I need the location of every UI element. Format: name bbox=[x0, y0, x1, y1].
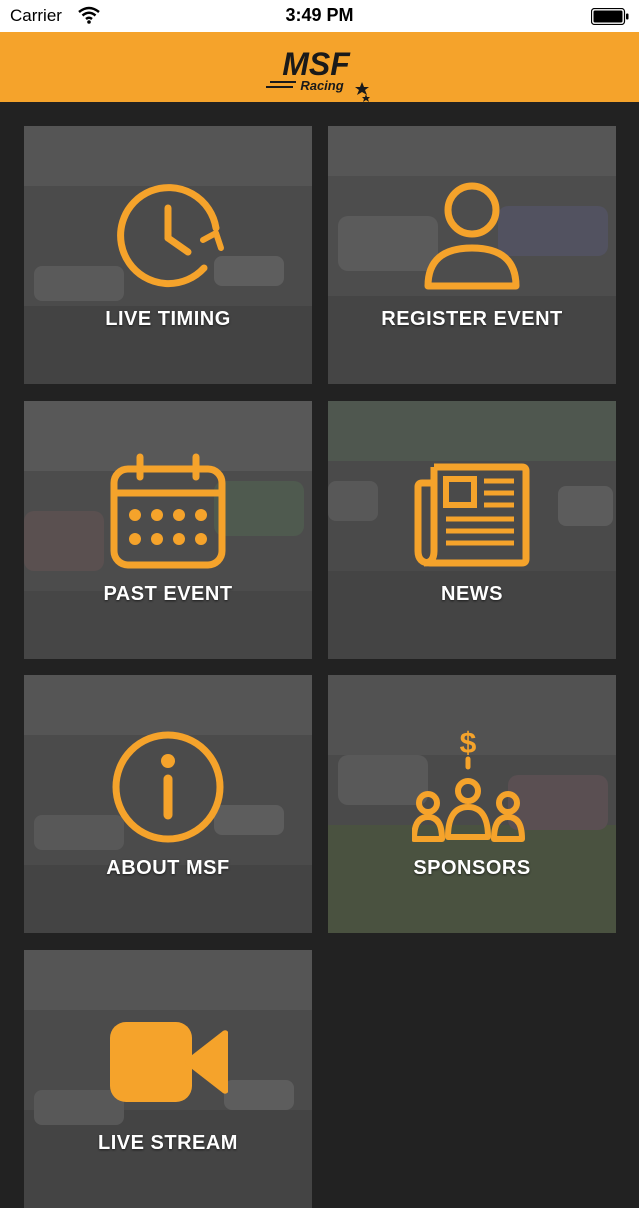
video-camera-icon bbox=[110, 1022, 228, 1102]
sponsors-icon: $ bbox=[412, 727, 525, 842]
tile-label: LIVE STREAM bbox=[98, 1132, 238, 1154]
tile-sponsors[interactable]: $ SPONSORS bbox=[328, 675, 616, 933]
user-icon bbox=[424, 182, 520, 290]
tile-label: NEWS bbox=[441, 583, 503, 605]
app-header: MSF Racing bbox=[0, 32, 639, 102]
battery-icon bbox=[591, 8, 629, 25]
tile-live-timing[interactable]: LIVE TIMING bbox=[24, 126, 312, 384]
tile-register-event[interactable]: REGISTER EVENT bbox=[328, 126, 616, 384]
tile-about-msf[interactable]: ABOUT MSF bbox=[24, 675, 312, 933]
tile-label: REGISTER EVENT bbox=[381, 308, 563, 330]
tile-past-event[interactable]: PAST EVENT bbox=[24, 401, 312, 659]
logo-subtext: Racing bbox=[300, 78, 343, 93]
msf-racing-logo: MSF Racing bbox=[266, 46, 370, 102]
tile-label: ABOUT MSF bbox=[106, 857, 230, 879]
tile-label: SPONSORS bbox=[413, 857, 531, 879]
clock-refresh-icon bbox=[117, 184, 224, 288]
tile-label: PAST EVENT bbox=[103, 583, 233, 605]
status-time: 3:49 PM bbox=[285, 5, 354, 25]
logo-text: MSF bbox=[282, 46, 351, 82]
newspaper-icon bbox=[414, 463, 530, 567]
info-icon bbox=[112, 731, 224, 843]
tile-label: LIVE TIMING bbox=[105, 308, 231, 330]
tile-live-stream[interactable]: LIVE STREAM bbox=[24, 950, 312, 1208]
calendar-icon bbox=[110, 453, 226, 569]
svg-text:$: $ bbox=[460, 727, 477, 760]
tile-news[interactable]: NEWS bbox=[328, 401, 616, 659]
status-bar: Carrier 3:49 PM bbox=[0, 0, 639, 32]
